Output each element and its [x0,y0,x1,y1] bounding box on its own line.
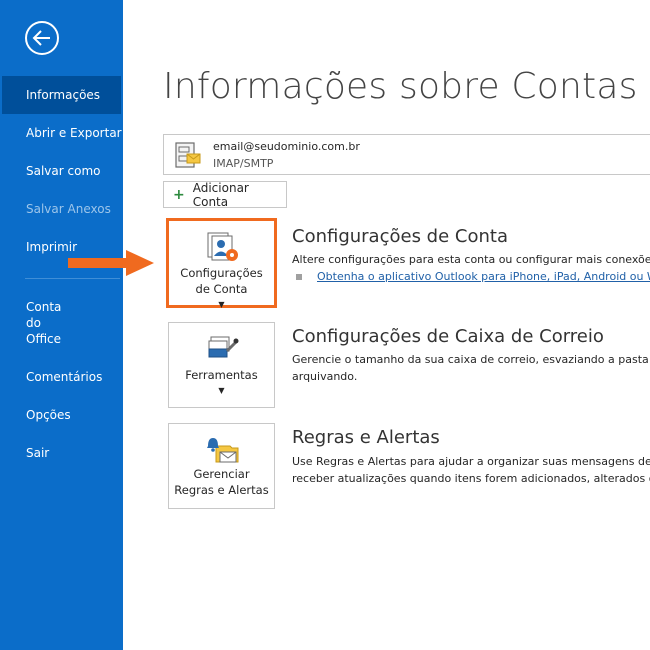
back-button[interactable] [25,21,59,55]
account-settings-button[interactable]: Configurações de Conta ▼ [166,218,277,309]
section-desc-mailbox-line: Gerencie o tamanho da sua caixa de corre… [292,353,650,366]
account-type: IMAP/SMTP [213,157,274,170]
section-desc-rules-line: receber atualizações quando itens forem … [292,472,650,485]
backstage-sidebar: Informações Abrir e Exportar Salvar como… [0,0,123,650]
account-mailbox-icon [175,142,201,168]
section-title-mailbox-settings: Configurações de Caixa de Correio [292,326,604,347]
caret-down-icon: ▼ [218,300,225,309]
nav-comentarios[interactable]: Comentários [0,369,123,385]
nav-conta-office[interactable]: Conta do Office [0,299,123,347]
nav-conta-office-line: do [26,316,41,330]
tools-button[interactable]: Ferramentas ▼ [168,322,275,408]
tools-icon [208,336,238,358]
nav-conta-office-line: Conta [26,300,62,314]
account-settings-label: Configurações [180,266,263,280]
section-title-account-settings: Configurações de Conta [292,226,508,247]
add-account-button[interactable]: + Adicionar Conta [163,180,287,209]
back-arrow-icon [32,30,50,46]
section-desc-account-settings: Altere configurações para esta conta ou … [292,253,650,266]
nav-opcoes[interactable]: Opções [0,407,123,423]
nav-conta-office-line: Office [26,332,62,346]
nav-salvar-como[interactable]: Salvar como [0,163,123,179]
account-settings-icon [207,232,238,261]
plus-icon: + [173,186,185,203]
nav-sair[interactable]: Sair [0,445,123,461]
account-email: email@seudominio.com.br [213,140,360,153]
rules-alerts-icon [206,438,238,463]
account-selector[interactable]: email@seudominio.com.br IMAP/SMTP [163,134,650,175]
manage-rules-alerts-button[interactable]: Gerenciar Regras e Alertas [168,423,275,509]
nav-separator [25,278,120,279]
nav-salvar-anexos: Salvar Anexos [26,202,111,216]
outlook-mobile-link[interactable]: Obtenha o aplicativo Outlook para iPhone… [317,270,650,283]
add-account-label: Adicionar Conta [192,180,249,209]
bullet-icon [296,274,302,280]
tools-label: Ferramentas [185,368,258,382]
pointer-arrow-icon [68,250,154,276]
section-desc-mailbox-line: arquivando. [292,370,358,383]
nav-abrir-exportar[interactable]: Abrir e Exportar [0,125,123,141]
page-title: Informações sobre Contas [163,66,638,107]
section-desc-rules-line: Use Regras e Alertas para ajudar a organ… [292,455,650,468]
manage-rules-label: Gerenciar [193,467,250,481]
nav-informacoes[interactable]: Informações [2,76,121,114]
account-settings-label: de Conta ▼ [169,281,274,313]
manage-rules-label: Regras e Alertas [174,483,269,497]
section-title-rules-alerts: Regras e Alertas [292,427,440,448]
caret-down-icon: ▼ [218,386,225,395]
